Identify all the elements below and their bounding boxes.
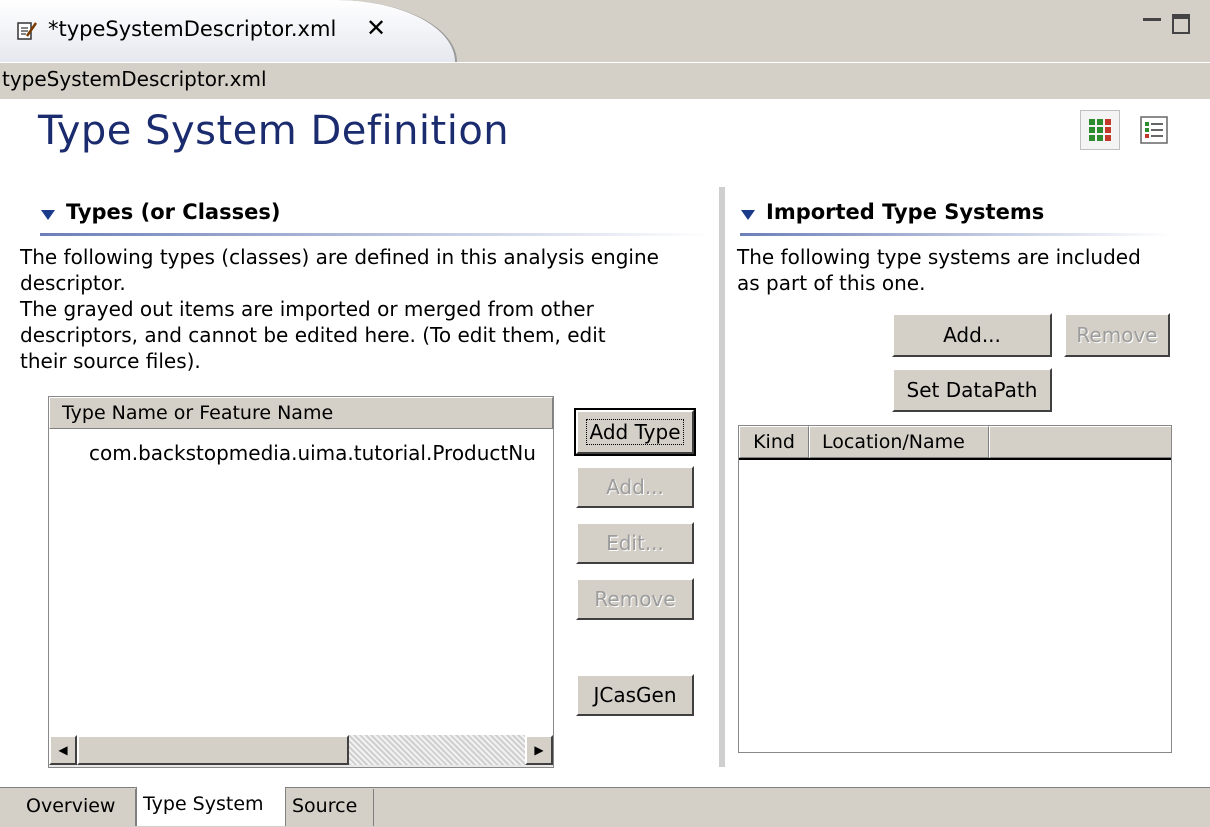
collapse-triangle-icon bbox=[741, 210, 755, 220]
horizontal-scrollbar[interactable]: ◀ ▶ bbox=[49, 735, 553, 767]
imported-section-header[interactable]: Imported Type Systems bbox=[740, 200, 1170, 240]
types-section-title: Types (or Classes) bbox=[66, 200, 281, 224]
scrollbar-thumb[interactable] bbox=[77, 735, 349, 765]
desc-line: The following type systems are included bbox=[737, 245, 1141, 269]
desc-line: as part of this one. bbox=[737, 271, 926, 295]
remove-import-button[interactable]: Remove bbox=[1064, 313, 1170, 357]
desc-line: their source files). bbox=[20, 349, 201, 373]
column-header-location[interactable]: Location/Name bbox=[809, 426, 989, 458]
desc-line: descriptor. bbox=[20, 271, 126, 295]
set-datapath-button[interactable]: Set DataPath bbox=[892, 368, 1052, 412]
table-header-shadow bbox=[739, 458, 1171, 460]
tab-source[interactable]: Source bbox=[286, 789, 374, 826]
desc-line: descriptors, and cannot be edited here. … bbox=[20, 323, 606, 347]
tab-overview[interactable]: Overview bbox=[20, 789, 136, 826]
section-divider bbox=[740, 233, 1170, 236]
desc-line: The following types (classes) are define… bbox=[20, 245, 659, 269]
types-section-header[interactable]: Types (or Classes) bbox=[40, 200, 710, 240]
edit-button[interactable]: Edit... bbox=[576, 522, 694, 564]
list-layout-button[interactable] bbox=[1138, 114, 1170, 146]
edit-file-icon bbox=[17, 22, 38, 40]
section-divider bbox=[40, 233, 710, 236]
layout-toggle-button[interactable] bbox=[1080, 110, 1120, 150]
list-layout-icon bbox=[1140, 116, 1168, 144]
editor-tab-title: *typeSystemDescriptor.xml bbox=[48, 17, 337, 41]
collapse-triangle-icon bbox=[41, 210, 55, 220]
jcasgen-button[interactable]: JCasGen bbox=[576, 674, 694, 716]
grid-layout-icon bbox=[1089, 119, 1111, 141]
minimize-icon[interactable] bbox=[1143, 18, 1161, 27]
add-type-button[interactable]: Add Type bbox=[574, 408, 696, 456]
editor-tab[interactable]: *typeSystemDescriptor.xml ✕ bbox=[0, 0, 457, 62]
imported-section-title: Imported Type Systems bbox=[766, 200, 1045, 224]
imported-type-systems-table[interactable]: Kind Location/Name bbox=[738, 425, 1172, 753]
section-splitter[interactable] bbox=[719, 187, 725, 767]
imported-description: The following type systems are included … bbox=[737, 244, 1197, 296]
column-header-kind[interactable]: Kind bbox=[739, 426, 809, 458]
column-header-type-name[interactable]: Type Name or Feature Name bbox=[49, 397, 553, 429]
tab-type-system[interactable]: Type System bbox=[136, 787, 286, 826]
scrollbar-track[interactable] bbox=[349, 735, 525, 765]
scroll-left-icon[interactable]: ◀ bbox=[49, 735, 77, 765]
breadcrumb: typeSystemDescriptor.xml bbox=[2, 67, 267, 91]
maximize-icon[interactable] bbox=[1172, 14, 1190, 34]
types-description: The following types (classes) are define… bbox=[20, 244, 720, 374]
add-feature-button[interactable]: Add... bbox=[576, 466, 694, 508]
column-header-filler bbox=[989, 426, 1171, 458]
scroll-right-icon[interactable]: ▶ bbox=[525, 735, 553, 765]
add-import-button[interactable]: Add... bbox=[892, 313, 1052, 357]
tree-row-type[interactable]: com.backstopmedia.uima.tutorial.ProductN… bbox=[89, 441, 551, 465]
add-type-label: Add Type bbox=[586, 419, 684, 445]
page-title: Type System Definition bbox=[38, 108, 510, 154]
remove-type-button[interactable]: Remove bbox=[576, 578, 694, 620]
close-icon[interactable]: ✕ bbox=[366, 14, 386, 42]
desc-line: The grayed out items are imported or mer… bbox=[20, 297, 594, 321]
types-tree-table[interactable]: Type Name or Feature Name com.backstopme… bbox=[48, 396, 554, 768]
